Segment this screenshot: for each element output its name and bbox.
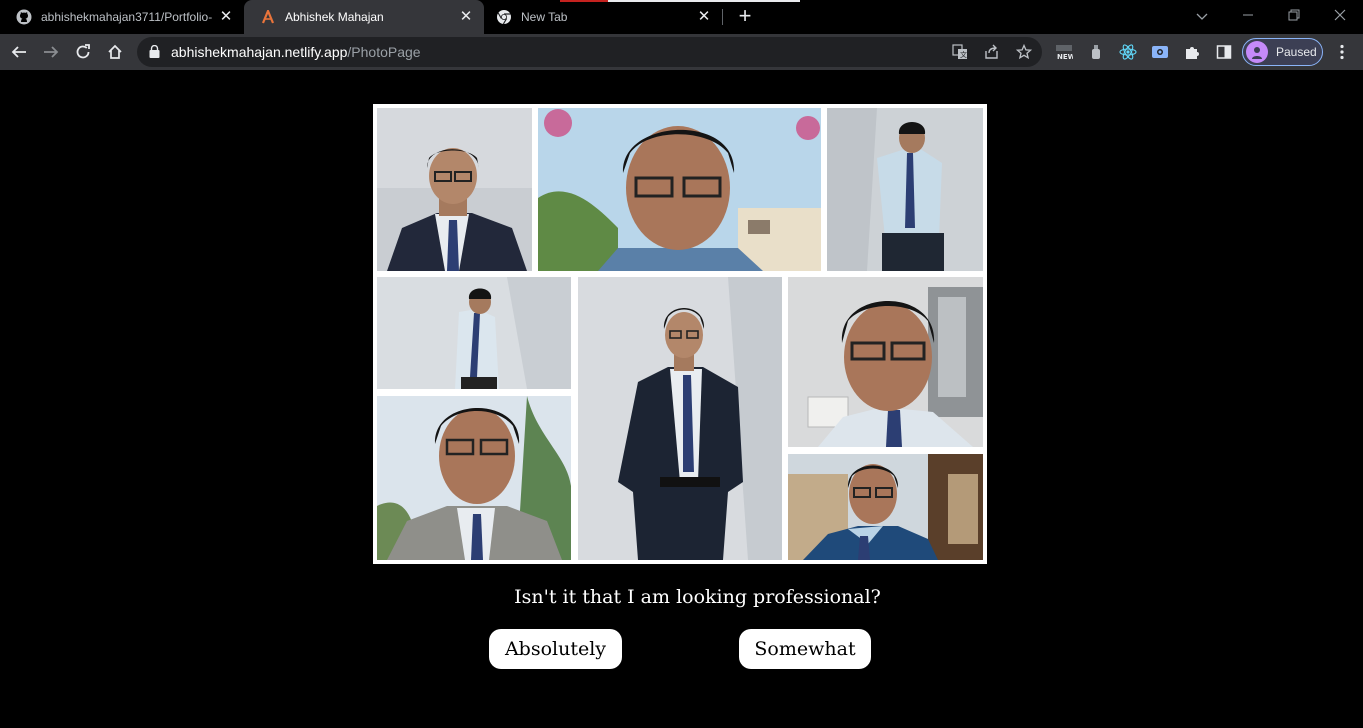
react-devtools-icon[interactable] (1118, 42, 1138, 62)
forward-icon[interactable] (37, 38, 65, 66)
close-icon[interactable]: ✕ (696, 9, 712, 25)
url-path: /PhotoPage (347, 44, 421, 60)
side-panel-icon[interactable] (1214, 42, 1234, 62)
tab-title: Abhishek Mahajan (285, 10, 384, 24)
tab-abhishek-mahajan[interactable]: Abhishek Mahajan ✕ (244, 0, 484, 34)
close-window-icon[interactable] (1328, 4, 1352, 28)
tab-github[interactable]: abhishekmahajan3711/Portfolio- ✕ (0, 0, 244, 34)
close-icon[interactable]: ✕ (218, 9, 234, 25)
github-icon (16, 9, 32, 25)
photo-garden-selfie (538, 108, 821, 271)
screen-recorder-icon[interactable] (1150, 42, 1170, 62)
url-text: abhishekmahajan.netlify.app/PhotoPage (171, 44, 421, 60)
avatar (1246, 41, 1268, 63)
minimize-icon[interactable] (1236, 4, 1260, 28)
tab-loading-indicator (560, 0, 608, 2)
home-icon[interactable] (101, 38, 129, 66)
tab-strip: abhishekmahajan3711/Portfolio- ✕ Abhishe… (0, 0, 1363, 34)
tab-loading-indicator-track (608, 0, 800, 2)
svg-text:文: 文 (960, 50, 967, 59)
tab-separator (722, 9, 723, 25)
more-options-icon[interactable] (1331, 38, 1353, 66)
photo-suit-selfie (377, 108, 532, 271)
tab-title: abhishekmahajan3711/Portfolio- (41, 10, 213, 24)
back-icon[interactable] (5, 38, 33, 66)
browser-toolbar: abhishekmahajan.netlify.app/PhotoPage 文 … (0, 34, 1363, 70)
photo-leaning-wall (827, 108, 983, 271)
tab-title: New Tab (521, 10, 568, 24)
profile-status: Paused (1276, 45, 1317, 59)
absolutely-button[interactable]: Absolutely (489, 629, 622, 669)
photo-balcony-selfie (788, 454, 983, 560)
share-icon[interactable] (983, 43, 1001, 61)
angular-icon (260, 9, 276, 25)
photo-standing-low-angle (377, 277, 571, 389)
profile-button[interactable]: Paused (1242, 38, 1323, 66)
lock-icon[interactable] (149, 44, 160, 63)
address-bar[interactable]: abhishekmahajan.netlify.app/PhotoPage 文 (137, 37, 1042, 67)
photo-doorway-selfie (788, 277, 983, 447)
restore-icon[interactable] (1282, 4, 1306, 28)
tab-search-icon[interactable] (1190, 4, 1214, 28)
close-icon[interactable]: ✕ (458, 9, 474, 25)
photo-full-suit (578, 277, 782, 560)
new-extension-icon[interactable]: NEW (1054, 42, 1074, 62)
photo-page: Isn't it that I am looking professional?… (0, 70, 1363, 728)
extensions-puzzle-icon[interactable] (1182, 42, 1202, 62)
photo-palm-selfie (377, 396, 571, 560)
svg-text:NEW: NEW (1057, 53, 1073, 60)
photo-collage (373, 104, 987, 564)
somewhat-button[interactable]: Somewhat (739, 629, 871, 669)
reload-icon[interactable] (69, 38, 97, 66)
tab-new-tab[interactable]: New Tab ✕ (484, 0, 722, 34)
bottle-extension-icon[interactable] (1086, 42, 1106, 62)
translate-icon[interactable]: 文 (951, 43, 969, 61)
question-text: Isn't it that I am looking professional? (514, 586, 881, 608)
chrome-icon (496, 9, 512, 25)
bookmark-star-icon[interactable] (1015, 43, 1033, 61)
new-tab-button[interactable]: + (733, 5, 757, 29)
